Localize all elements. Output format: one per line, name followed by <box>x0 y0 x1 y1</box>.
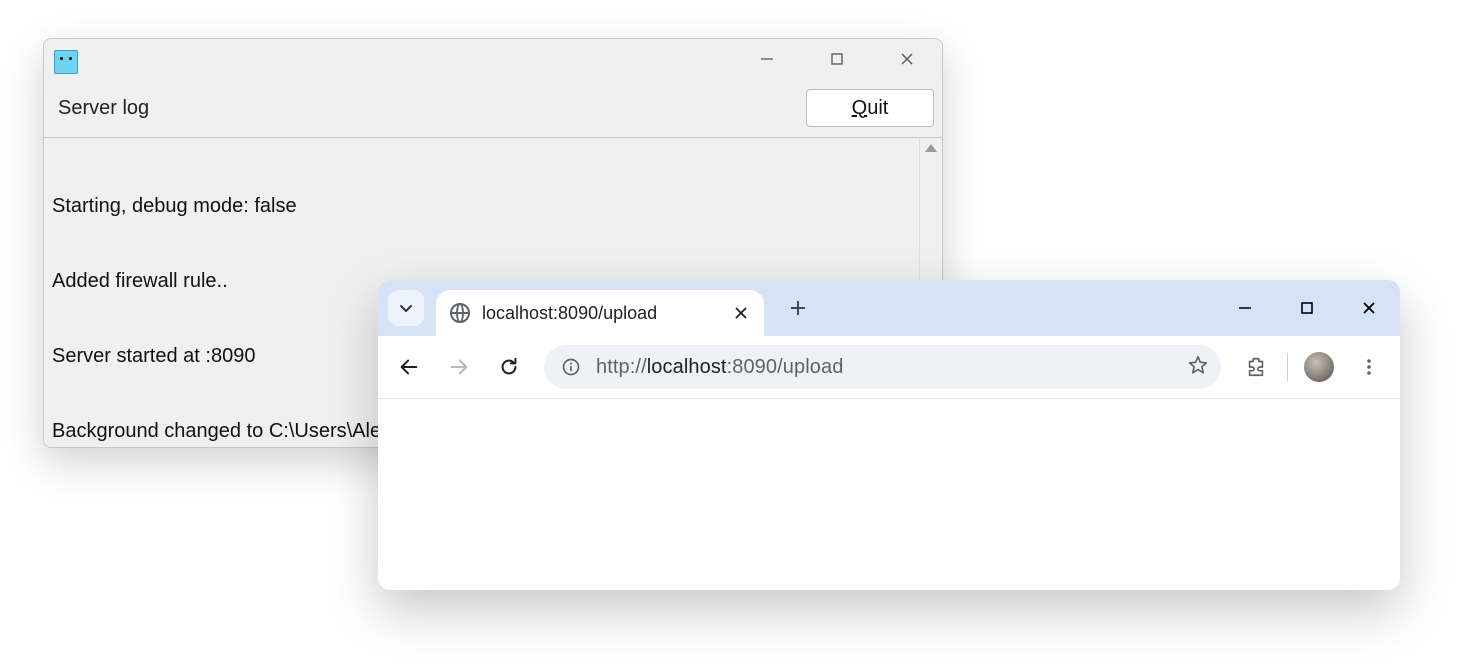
avatar-icon <box>1304 352 1334 382</box>
quit-button[interactable]: Quit <box>806 89 934 127</box>
browser-minimize-button[interactable] <box>1214 280 1276 336</box>
app-titlebar[interactable] <box>44 39 942 79</box>
url-host: localhost <box>647 356 727 378</box>
extensions-button[interactable] <box>1235 346 1277 388</box>
server-log-label: Server log <box>58 97 149 120</box>
browser-maximize-button[interactable] <box>1276 280 1338 336</box>
site-info-icon[interactable] <box>560 356 582 378</box>
quit-button-rest: uit <box>867 97 888 120</box>
browser-toolbar: http://localhost:8090/upload <box>378 336 1400 399</box>
maximize-button[interactable] <box>802 39 872 79</box>
forward-button[interactable] <box>438 346 480 388</box>
close-button[interactable] <box>872 39 942 79</box>
new-tab-button[interactable] <box>780 290 816 326</box>
tab-close-button[interactable] <box>732 304 750 322</box>
browser-tabstrip: localhost:8090/upload <box>378 280 1400 336</box>
browser-tab[interactable]: localhost:8090/upload <box>436 290 764 336</box>
tab-search-button[interactable] <box>388 290 424 326</box>
gopher-icon <box>54 50 78 74</box>
toolbar-separator <box>1287 353 1288 381</box>
tab-title: localhost:8090/upload <box>482 303 657 324</box>
reload-button[interactable] <box>488 346 530 388</box>
back-button[interactable] <box>388 346 430 388</box>
browser-window-controls <box>1214 280 1400 336</box>
bookmark-button[interactable] <box>1187 354 1209 381</box>
address-bar[interactable]: http://localhost:8090/upload <box>544 345 1221 389</box>
quit-button-accel: Q <box>852 97 868 120</box>
globe-icon <box>450 303 470 323</box>
app-toolbar: Server log Quit <box>44 79 942 137</box>
chrome-menu-button[interactable] <box>1348 346 1390 388</box>
scroll-up-icon[interactable] <box>925 144 937 152</box>
profile-button[interactable] <box>1298 346 1340 388</box>
app-window-controls <box>732 39 942 79</box>
log-line: Starting, debug mode: false <box>52 194 934 219</box>
browser-window: localhost:8090/upload <box>378 280 1400 590</box>
browser-close-button[interactable] <box>1338 280 1400 336</box>
url-text: http://localhost:8090/upload <box>596 356 843 379</box>
url-path: :8090/upload <box>727 356 844 378</box>
browser-viewport[interactable] <box>378 399 1400 590</box>
url-scheme: http:// <box>596 356 647 378</box>
minimize-button[interactable] <box>732 39 802 79</box>
